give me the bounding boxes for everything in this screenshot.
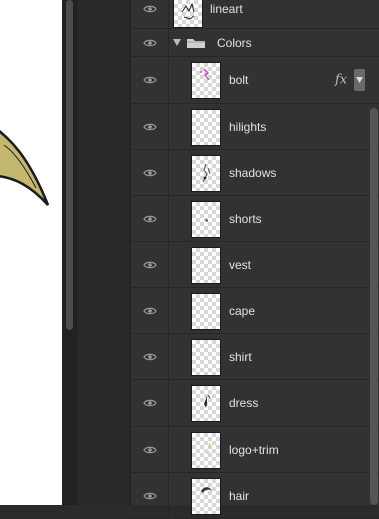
- folder-icon: [187, 39, 205, 48]
- shadows-art-icon: [202, 163, 211, 182]
- cape-art-icon: [192, 294, 220, 329]
- eye-icon[interactable]: [143, 75, 157, 85]
- lineart-art-icon: [181, 2, 195, 20]
- hair-art-icon: [201, 486, 212, 493]
- layer-name: vest: [229, 257, 252, 272]
- eye-icon[interactable]: [143, 122, 157, 132]
- vest-art-icon: [192, 248, 220, 283]
- hilights-art-icon: [205, 118, 207, 121]
- layer-name: dress: [229, 396, 259, 410]
- eye-icon[interactable]: [143, 4, 157, 14]
- visibility-column: [131, 196, 169, 241]
- eye-icon[interactable]: [143, 352, 157, 362]
- eye-icon[interactable]: [143, 491, 157, 501]
- canvas-area[interactable]: [0, 0, 62, 505]
- layer-name: lineart: [210, 2, 243, 16]
- layer-row-lineart[interactable]: lineart: [131, 0, 379, 29]
- layer-row-dress[interactable]: dress: [131, 380, 379, 427]
- layer-thumbnail: [191, 200, 221, 238]
- layer-name: logo+trim: [229, 442, 279, 457]
- visibility-column: [131, 427, 169, 472]
- eye-icon[interactable]: [143, 38, 157, 48]
- shorts-art-icon: [205, 218, 208, 222]
- visibility-column: [131, 104, 169, 149]
- dress-art-icon: [204, 394, 211, 408]
- visibility-column: [131, 29, 169, 56]
- eye-icon[interactable]: [143, 398, 157, 408]
- visibility-column: [131, 334, 169, 379]
- panel-gutter: [77, 0, 130, 505]
- layer-name: shadows: [229, 165, 277, 180]
- layer-thumbnail: [191, 385, 221, 422]
- layer-name: bolt: [229, 73, 249, 87]
- eye-icon[interactable]: [143, 445, 157, 455]
- layer-effects-fx-icon[interactable]: fx: [335, 73, 347, 88]
- eye-icon[interactable]: [143, 260, 157, 270]
- visibility-column: [131, 242, 169, 287]
- logo-trim-art-icon: [206, 442, 212, 454]
- layer-thumbnail: [173, 0, 203, 28]
- layer-name: shorts: [229, 211, 262, 226]
- canvas-scroll-thumb[interactable]: [66, 0, 73, 330]
- visibility-column: [131, 57, 169, 103]
- layer-row-hilights[interactable]: hilights: [131, 104, 379, 150]
- visibility-column: [131, 0, 169, 28]
- shirt-art-icon: [192, 340, 220, 375]
- layer-row-hair[interactable]: hair: [131, 473, 379, 519]
- chevron-down-icon: [356, 77, 363, 83]
- layer-thumbnail: [191, 431, 221, 469]
- layers-panel: lineart Colors bolt fx hilights shadows …: [130, 0, 379, 519]
- layer-row-logo-trim[interactable]: logo+trim: [131, 427, 379, 473]
- layer-thumbnail: [191, 154, 221, 192]
- layer-row-cape[interactable]: cape: [131, 288, 379, 334]
- layer-row-shorts[interactable]: shorts: [131, 196, 379, 242]
- effects-expand-toggle[interactable]: [354, 69, 365, 91]
- visibility-column: [131, 288, 169, 333]
- layer-name: shirt: [229, 349, 252, 364]
- layer-name: cape: [229, 303, 256, 318]
- eye-icon[interactable]: [143, 214, 157, 224]
- canvas-artwork: [0, 130, 50, 206]
- layer-thumbnail: [191, 108, 221, 146]
- layer-thumbnail: [191, 62, 221, 99]
- layer-thumbnail: [191, 246, 221, 284]
- visibility-column: [131, 473, 169, 518]
- visibility-column: [131, 150, 169, 195]
- eye-icon[interactable]: [143, 306, 157, 316]
- eye-icon[interactable]: [143, 168, 157, 178]
- visibility-column: [131, 380, 169, 426]
- group-name: Colors: [217, 35, 252, 50]
- layer-group-colors[interactable]: Colors: [131, 29, 379, 57]
- layer-row-shadows[interactable]: shadows: [131, 150, 379, 196]
- bolt-art-icon: [200, 68, 210, 81]
- layer-row-bolt[interactable]: bolt fx: [131, 57, 379, 104]
- layer-name: hilights: [229, 119, 267, 134]
- layer-thumbnail: [191, 292, 221, 330]
- layer-thumbnail: [191, 338, 221, 376]
- layer-name: hair: [229, 488, 250, 503]
- disclosure-triangle-down-icon[interactable]: [173, 39, 181, 46]
- layer-thumbnail: [191, 477, 221, 515]
- layer-row-shirt[interactable]: shirt: [131, 334, 379, 380]
- layers-panel-scrollbar[interactable]: [370, 108, 378, 505]
- layer-row-vest[interactable]: vest: [131, 242, 379, 288]
